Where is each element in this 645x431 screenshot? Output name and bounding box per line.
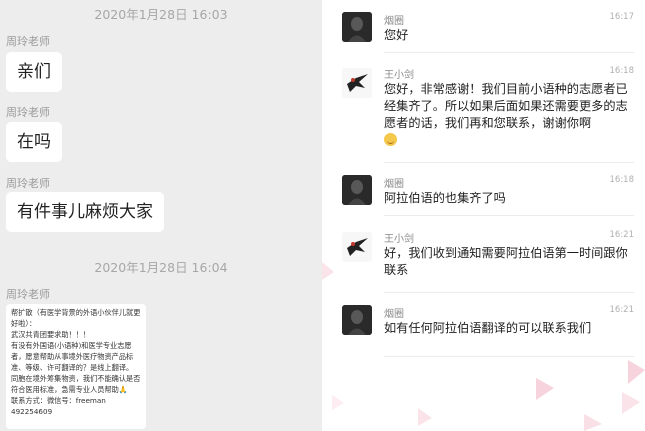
chat-bubble-text: 在吗 bbox=[17, 132, 51, 152]
comment-time: 16:21 bbox=[609, 305, 635, 315]
sender-name: 周玲老师 bbox=[6, 177, 50, 190]
chat-bubble[interactable]: 在吗 bbox=[6, 122, 62, 162]
dark-portrait-avatar[interactable] bbox=[342, 305, 372, 335]
dark-portrait-avatar[interactable] bbox=[342, 175, 372, 205]
comment-text: 如有任何阿拉伯语翻译的可以联系我们 bbox=[384, 321, 592, 335]
comment-time: 16:21 bbox=[609, 230, 635, 240]
dark-portrait-avatar[interactable] bbox=[342, 12, 372, 42]
notice-line: 武汉共青团要求助！！！ bbox=[11, 330, 91, 339]
chat-timestamp: 2020年1月28日 16:04 bbox=[94, 260, 228, 275]
notice-line: 492254609 bbox=[11, 407, 53, 416]
bird-sketch-avatar[interactable] bbox=[342, 232, 372, 262]
commenter-name[interactable]: 烟圈 bbox=[384, 12, 404, 27]
sender-name: 周玲老师 bbox=[6, 106, 50, 119]
comment-divider bbox=[384, 356, 634, 357]
left-chat-panel: 2020年1月28日 16:03 周玲老师 亲们 周玲老师 在吗 周玲老师 有件… bbox=[0, 0, 322, 431]
comment-time: 16:17 bbox=[609, 12, 635, 22]
chat-bubble[interactable]: 亲们 bbox=[6, 52, 62, 92]
sender-name: 周玲老师 bbox=[6, 35, 50, 48]
comment-text: 阿拉伯语的也集齐了吗 bbox=[384, 191, 506, 205]
comment-text: 好，我们收到通知需要阿拉伯语第一时间跟你联系 bbox=[384, 246, 628, 277]
right-comment-panel: 烟圈 16:17 您好 王小剑 16:18 您好，非常感谢！我们目前小语种的志愿… bbox=[322, 0, 645, 431]
comment-divider bbox=[384, 292, 634, 293]
notice-line: 帮扩散（有医学背景的外语小伙伴儿就更好啦）： bbox=[11, 308, 141, 328]
commenter-name[interactable]: 王小剑 bbox=[384, 66, 414, 81]
bird-sketch-avatar[interactable] bbox=[342, 68, 372, 98]
sender-name: 周玲老师 bbox=[6, 288, 50, 301]
comment-text-content: 您好，非常感谢！我们目前小语种的志愿者已经集齐了。所以如果后面如果还需要更多的志… bbox=[384, 82, 628, 130]
comment-divider bbox=[384, 52, 634, 53]
comment-text: 您好 bbox=[384, 28, 409, 42]
chat-bubble-text: 有件事儿麻烦大家 bbox=[17, 202, 153, 222]
chat-bubble[interactable]: 有件事儿麻烦大家 bbox=[6, 192, 164, 232]
smiling-face-emoji-icon bbox=[384, 133, 397, 146]
commenter-name[interactable]: 烟圈 bbox=[384, 305, 404, 320]
chat-timestamp: 2020年1月28日 16:03 bbox=[94, 7, 228, 22]
comment-time: 16:18 bbox=[609, 175, 635, 185]
comment-text: 您好，非常感谢！我们目前小语种的志愿者已经集齐了。所以如果后面如果还需要更多的志… bbox=[384, 81, 634, 149]
notice-line: 同胞在境外筹集物资，我们不能确认是否符合医用标准，急需专业人员帮助🙏 bbox=[11, 374, 141, 394]
comment-time: 16:18 bbox=[609, 66, 635, 76]
comment-divider bbox=[384, 215, 634, 216]
notice-line: 有没有外国语(小语种)和医学专业志愿者，愿意帮助从事境外医疗物资产品标准、等级、… bbox=[11, 341, 134, 372]
notice-bubble[interactable]: 帮扩散（有医学背景的外语小伙伴儿就更好啦）： 武汉共青团要求助！！！ 有没有外国… bbox=[6, 304, 146, 429]
commenter-name[interactable]: 王小剑 bbox=[384, 230, 414, 245]
chat-bubble-text: 亲们 bbox=[17, 62, 51, 82]
notice-line: 联系方式：微信号：freeman bbox=[11, 396, 106, 405]
comment-divider bbox=[384, 162, 634, 163]
commenter-name[interactable]: 烟圈 bbox=[384, 175, 404, 190]
